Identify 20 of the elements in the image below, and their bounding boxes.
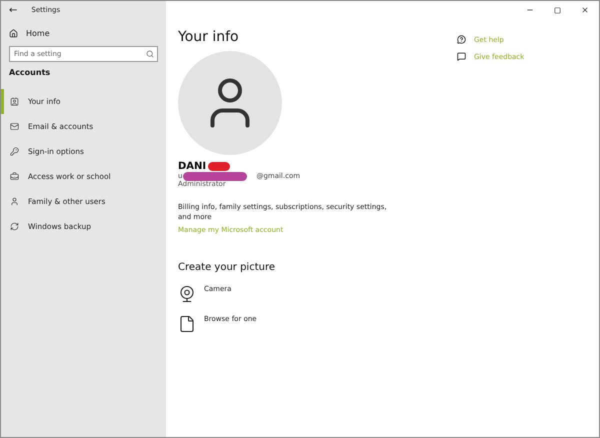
section-heading: Create your picture (178, 262, 276, 274)
briefcase-icon (10, 172, 19, 181)
home-icon (9, 29, 18, 38)
envelope-icon (10, 122, 19, 131)
close-button[interactable] (581, 6, 589, 14)
key-icon (10, 147, 19, 156)
help-icon (457, 35, 466, 44)
back-button[interactable]: ← (9, 4, 18, 16)
search-icon (146, 50, 154, 58)
contact-card-icon (10, 97, 19, 106)
user-name: DANI (178, 161, 206, 172)
home-link[interactable]: Home (1, 29, 166, 38)
feedback-icon (457, 52, 466, 61)
person-icon (10, 197, 19, 206)
page-title: Your info (178, 29, 240, 45)
file-icon (178, 315, 196, 334)
sync-icon (10, 222, 19, 231)
maximize-button[interactable] (554, 6, 561, 14)
section-heading: Accounts (8, 67, 52, 77)
webcam-icon (178, 285, 196, 304)
